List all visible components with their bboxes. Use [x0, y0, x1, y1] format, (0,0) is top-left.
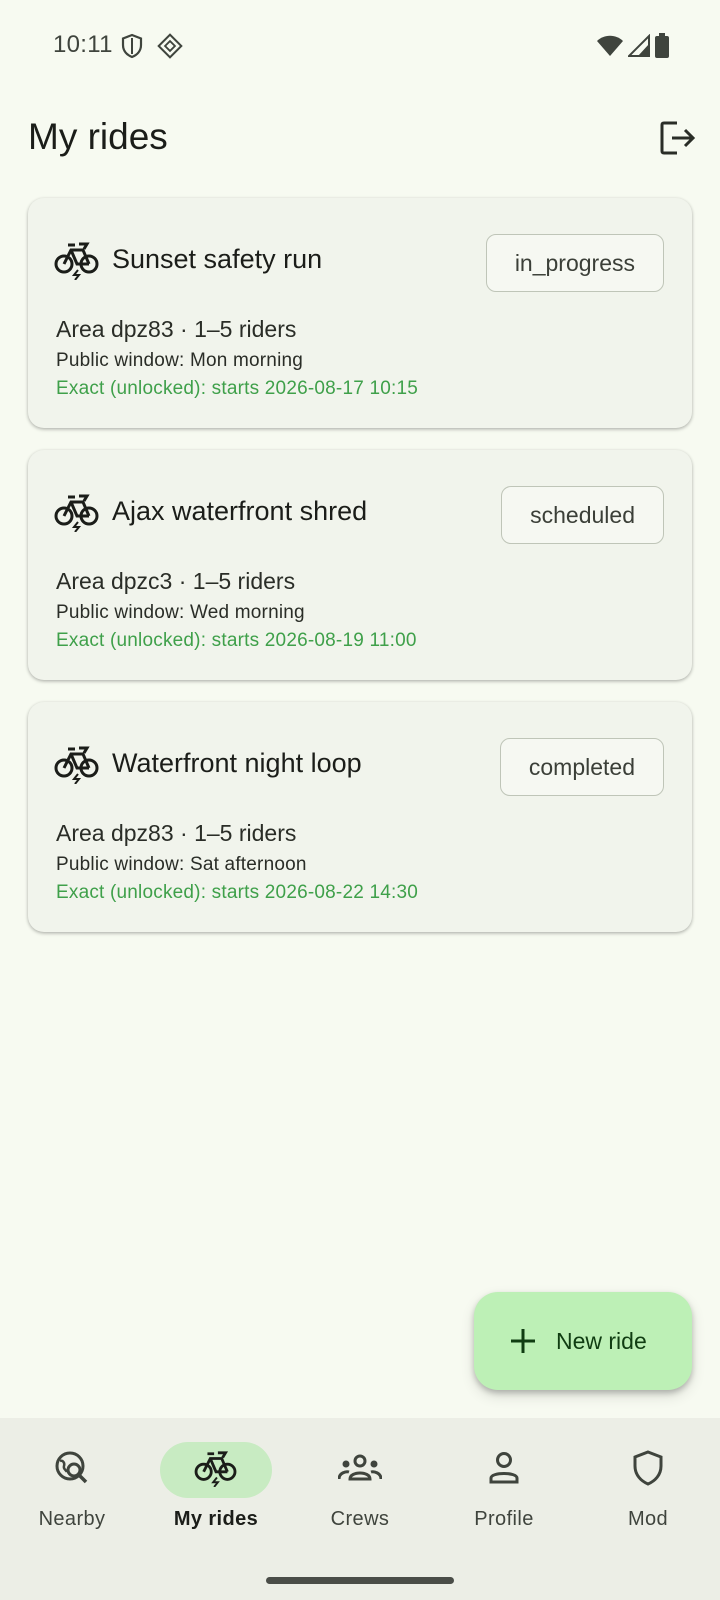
ride-public-window: Public window: Sat afternoon	[56, 854, 307, 875]
shield-icon	[120, 33, 144, 64]
nav-pill	[448, 1442, 560, 1498]
nav-item-my-rides[interactable]: My rides	[144, 1442, 288, 1552]
ride-meta: Area dpz83 · 1–5 riders	[56, 316, 297, 342]
nav-label: Mod	[627, 1508, 669, 1530]
nearby-search-icon	[53, 1449, 91, 1492]
screen: 10:11 My rides Sunset safety run in_prog…	[0, 0, 720, 1600]
nav-pill	[592, 1442, 704, 1498]
ride-title: Ajax waterfront shred	[112, 496, 368, 526]
diamond-app-icon	[157, 33, 183, 64]
shield-icon	[632, 1449, 664, 1491]
wifi-icon	[596, 34, 624, 63]
new-ride-label: New ride	[556, 1327, 647, 1354]
battery-icon	[654, 33, 670, 64]
status-chip: completed	[499, 738, 664, 796]
bottom-navigation: Nearby My rides Crews Profile Mod	[0, 1418, 720, 1600]
ride-card[interactable]: Sunset safety run in_progress Area dpz83…	[28, 198, 692, 428]
cell-signal-icon	[626, 33, 650, 63]
logout-icon	[659, 120, 697, 161]
nav-label: Nearby	[38, 1508, 106, 1530]
nav-label: Crews	[330, 1508, 390, 1530]
ride-title: Waterfront night loop	[112, 748, 362, 778]
ride-meta: Area dpz83 · 1–5 riders	[56, 820, 297, 846]
nav-pill	[16, 1442, 128, 1498]
group-icon	[337, 1453, 383, 1488]
nav-item-crews[interactable]: Crews	[288, 1442, 432, 1552]
ride-list: Sunset safety run in_progress Area dpz83…	[28, 198, 692, 954]
ride-card[interactable]: Ajax waterfront shred scheduled Area dpz…	[28, 450, 692, 680]
status-chip: scheduled	[501, 486, 664, 544]
ride-title: Sunset safety run	[112, 244, 323, 274]
ride-card[interactable]: Waterfront night loop completed Area dpz…	[28, 702, 692, 932]
ebike-icon	[194, 1449, 238, 1492]
status-time: 10:11	[53, 31, 113, 58]
person-icon	[488, 1451, 520, 1490]
ride-public-window: Public window: Mon morning	[56, 350, 304, 371]
nav-pill-active	[160, 1442, 272, 1498]
logout-button[interactable]	[656, 118, 700, 162]
status-icons-right	[596, 33, 670, 64]
status-bar: 10:11	[0, 0, 720, 92]
page-title: My rides	[28, 116, 168, 157]
nav-item-nearby[interactable]: Nearby	[0, 1442, 144, 1552]
ebike-icon	[54, 744, 100, 789]
ride-exact-time: Exact (unlocked): starts 2026-08-19 11:0…	[56, 630, 417, 651]
ride-public-window: Public window: Wed morning	[56, 602, 305, 623]
nav-item-profile[interactable]: Profile	[432, 1442, 576, 1552]
nav-label: My rides	[173, 1508, 259, 1530]
nav-pill	[304, 1442, 416, 1498]
plus-icon	[508, 1326, 538, 1356]
nav-label: Profile	[474, 1508, 534, 1530]
ride-meta: Area dpzc3 · 1–5 riders	[56, 568, 296, 594]
ebike-icon	[54, 492, 100, 537]
ride-exact-time: Exact (unlocked): starts 2026-08-17 10:1…	[56, 378, 419, 399]
new-ride-button[interactable]: New ride	[474, 1292, 692, 1390]
home-indicator[interactable]	[266, 1577, 454, 1584]
ebike-icon	[54, 240, 100, 285]
status-chip: in_progress	[485, 234, 664, 292]
nav-item-mod[interactable]: Mod	[576, 1442, 720, 1552]
ride-exact-time: Exact (unlocked): starts 2026-08-22 14:3…	[56, 882, 419, 903]
